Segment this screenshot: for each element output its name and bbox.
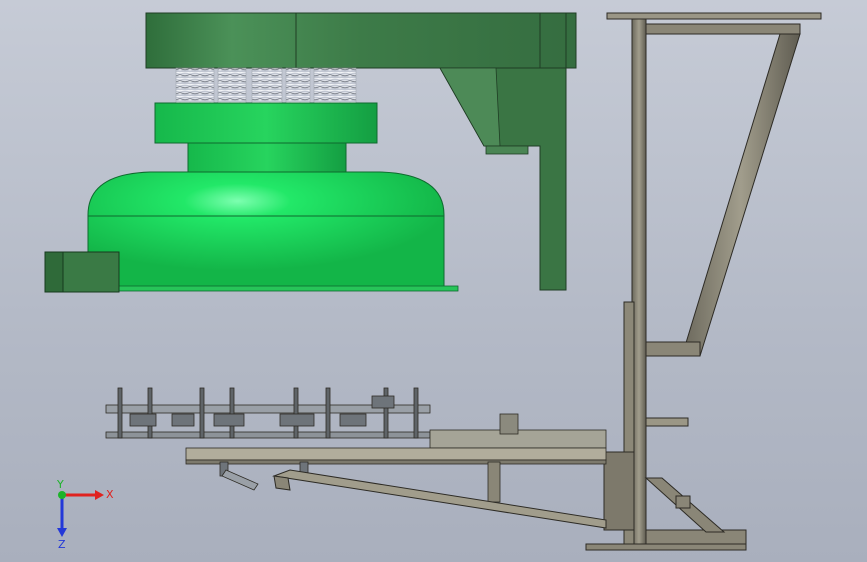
motor-box[interactable] bbox=[44, 251, 120, 293]
y-axis-label: Y bbox=[56, 480, 64, 491]
hopper-chute[interactable] bbox=[439, 67, 567, 291]
graphics-viewport[interactable]: X Y Z bbox=[0, 0, 867, 562]
z-axis-arrow bbox=[57, 495, 67, 537]
spring-set bbox=[175, 67, 357, 105]
z-axis-label: Z bbox=[58, 538, 66, 550]
x-axis-arrow bbox=[62, 490, 104, 500]
y-axis-dot bbox=[58, 491, 66, 499]
diagonal-brace bbox=[272, 469, 607, 529]
vibratory-bowl[interactable] bbox=[87, 102, 459, 292]
support-frame[interactable] bbox=[585, 12, 822, 551]
cad-model-scene[interactable] bbox=[0, 0, 867, 562]
x-axis-label: X bbox=[106, 488, 114, 501]
hopper-housing[interactable] bbox=[145, 12, 577, 69]
axis-triad: X Y Z bbox=[56, 480, 114, 550]
